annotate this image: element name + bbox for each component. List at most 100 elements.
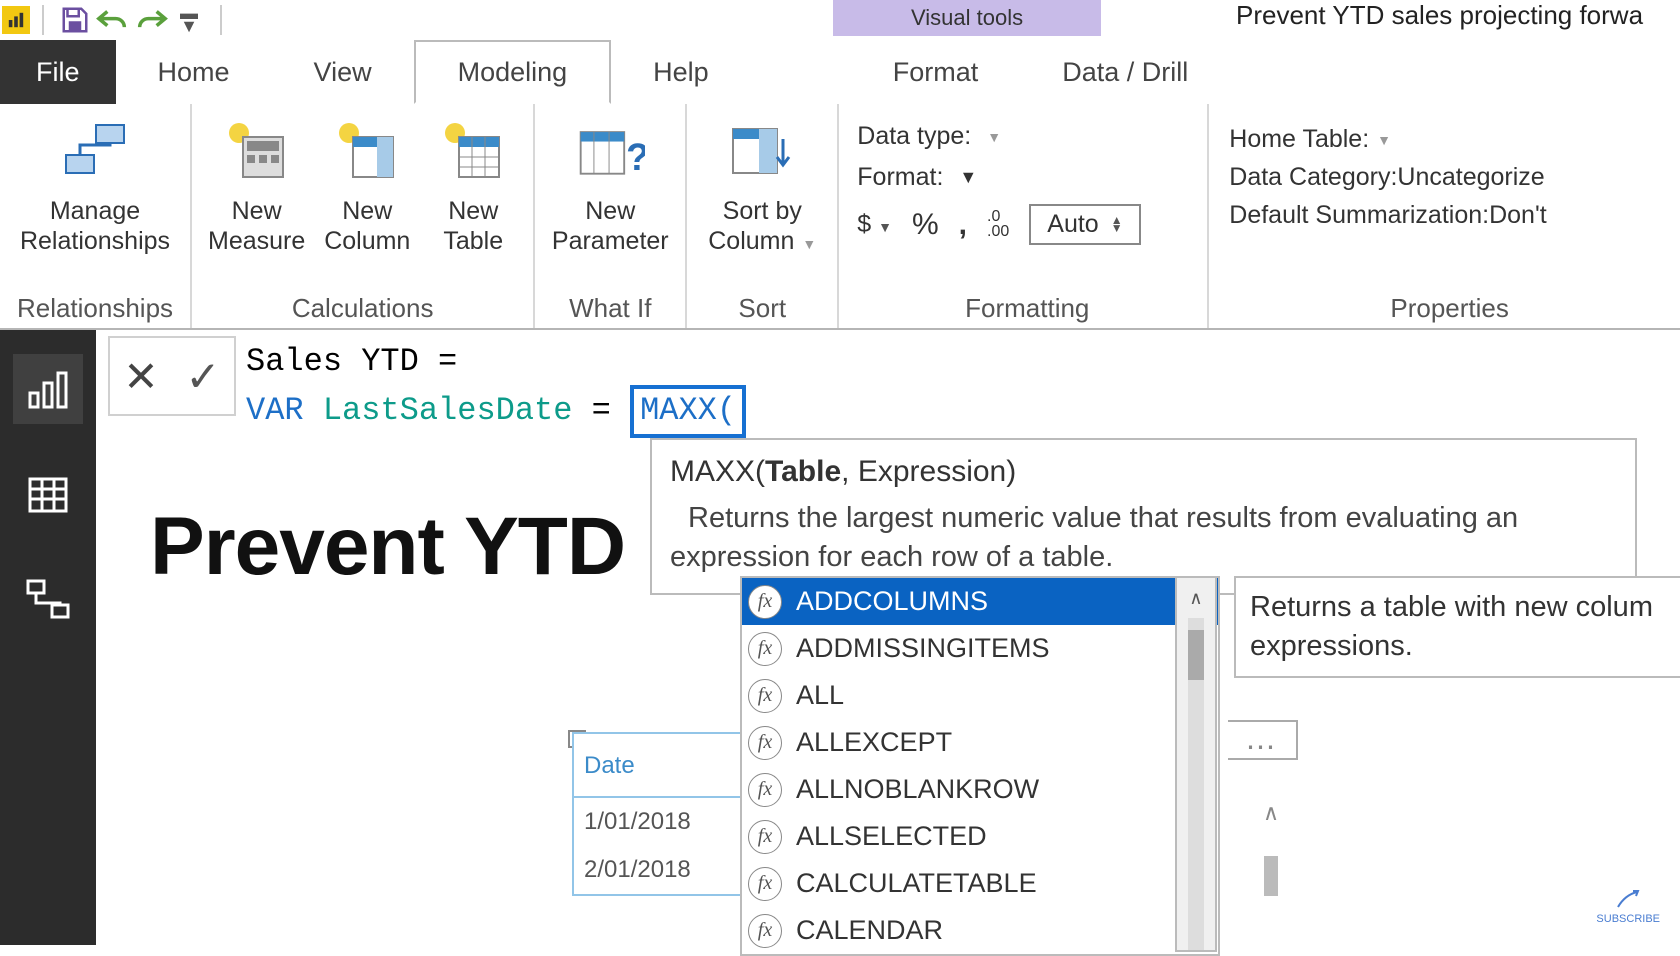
- thousands-separator-button[interactable]: ,: [959, 208, 967, 242]
- tab-format[interactable]: Format: [851, 40, 1021, 104]
- new-column-icon: [332, 116, 402, 186]
- intellisense-label: ALL: [796, 680, 844, 711]
- report-page-heading: Prevent YTD: [150, 500, 625, 594]
- data-type-dropdown[interactable]: Data type:▼: [857, 122, 1001, 151]
- table-row: 2/01/2018: [574, 846, 740, 894]
- function-icon: fx: [748, 726, 782, 760]
- equals-sign-2: =: [592, 392, 630, 429]
- intellisense-label: ALLNOBLANKROW: [796, 774, 1039, 805]
- tab-home[interactable]: Home: [116, 40, 272, 104]
- intellisense-item[interactable]: fxCALCULATETABLE: [742, 860, 1218, 907]
- intellisense-item[interactable]: fx ALLNOBLANKROW: [742, 766, 1218, 813]
- formula-bar-buttons: ✕ ✓: [108, 336, 236, 416]
- ribbon-group-relationships: Manage Relationships Relationships: [0, 104, 192, 328]
- variable-name: LastSalesDate: [323, 392, 573, 429]
- report-view-button[interactable]: [13, 354, 83, 424]
- tab-help[interactable]: Help: [611, 40, 751, 104]
- app-icon: [2, 6, 30, 34]
- relationships-icon: [60, 116, 130, 186]
- table-row: 1/01/2018: [574, 798, 740, 846]
- group-label-relationships: Relationships: [17, 293, 173, 324]
- data-view-button[interactable]: [13, 460, 83, 530]
- home-table-dropdown[interactable]: Home Table:▼: [1229, 125, 1546, 154]
- model-view-button[interactable]: [13, 566, 83, 636]
- sort-icon: [727, 116, 797, 186]
- scroll-thumb[interactable]: [1264, 856, 1278, 896]
- svg-text:?: ?: [626, 137, 645, 179]
- commit-formula-button[interactable]: ✓: [172, 338, 234, 414]
- equals-sign: =: [419, 343, 457, 380]
- new-parameter-icon: ?: [575, 116, 645, 186]
- sort-by-column-label: Sort by Column▼: [708, 196, 816, 256]
- new-measure-label: New Measure: [208, 196, 305, 256]
- undo-button[interactable]: [94, 1, 132, 39]
- function-icon: fx: [748, 773, 782, 807]
- new-table-label: New Table: [443, 196, 503, 256]
- intellisense-item[interactable]: fx CALENDAR: [742, 907, 1218, 954]
- manage-relationships-button[interactable]: Manage Relationships: [10, 116, 180, 256]
- cancel-formula-button[interactable]: ✕: [110, 338, 172, 414]
- contextual-tab-group: Visual tools: [833, 0, 1101, 36]
- tab-data-drill[interactable]: Data / Drill: [1020, 40, 1230, 104]
- scroll-up-arrow[interactable]: ∧: [1177, 578, 1215, 618]
- date-table-visual[interactable]: Date 1/01/2018 2/01/2018: [572, 732, 742, 896]
- new-column-label: New Column: [324, 196, 410, 256]
- intellisense-dropdown[interactable]: fxADDCOLUMNS fxADDMISSINGITEMS fxALL fxA…: [740, 576, 1220, 956]
- visual-scrollbar[interactable]: ∧: [1256, 800, 1286, 945]
- ribbon-group-formatting: Data type:▼ Format:▼ $ ▼ % , .0.00 Auto▲…: [839, 104, 1209, 328]
- intellisense-label: ALLEXCEPT: [796, 727, 952, 758]
- intellisense-item[interactable]: fx ALL: [742, 672, 1218, 719]
- scroll-thumb[interactable]: [1188, 630, 1204, 680]
- subscribe-watermark: SUBSCRIBE: [1596, 889, 1660, 925]
- intellisense-scrollbar[interactable]: ∧: [1175, 576, 1217, 952]
- new-parameter-button[interactable]: ? New Parameter: [545, 116, 675, 256]
- intellisense-item[interactable]: fxADDCOLUMNS: [742, 578, 1218, 625]
- decimal-places-input[interactable]: Auto▲▼: [1029, 204, 1140, 245]
- qat-customize-dropdown[interactable]: ▬▼: [170, 1, 208, 39]
- intellisense-description: Returns a table with new colum expressio…: [1234, 576, 1680, 678]
- sort-by-column-button[interactable]: Sort by Column▼: [697, 116, 827, 256]
- save-button[interactable]: [56, 1, 94, 39]
- tab-view[interactable]: View: [272, 40, 414, 104]
- date-column-header[interactable]: Date: [574, 734, 740, 798]
- var-keyword: VAR: [246, 392, 304, 429]
- ribbon-group-calculations: New Measure New Column New Table Calcula…: [192, 104, 535, 328]
- function-signature-tooltip: MAXX(Table, Expression) Returns the larg…: [650, 438, 1637, 595]
- intellisense-item[interactable]: fx ALLEXCEPT: [742, 719, 1218, 766]
- function-icon: fx: [748, 820, 782, 854]
- intellisense-label: CALENDAR: [796, 915, 943, 946]
- formula-editor[interactable]: Sales YTD = VAR LastSalesDate = MAXX(: [246, 336, 746, 442]
- visual-options-button[interactable]: ⋯: [1228, 720, 1298, 760]
- default-summarization-dropdown[interactable]: Default Summarization: Don't: [1229, 201, 1546, 230]
- group-label-sort: Sort: [738, 293, 786, 324]
- function-call: MAXX(: [640, 392, 736, 429]
- function-icon: fx: [748, 679, 782, 713]
- group-label-calculations: Calculations: [292, 293, 434, 324]
- ribbon-group-properties: Home Table:▼ Data Category: Uncategorize…: [1209, 104, 1680, 328]
- redo-button[interactable]: [132, 1, 170, 39]
- percent-button[interactable]: %: [912, 208, 939, 242]
- function-icon: fx: [748, 914, 782, 948]
- currency-button[interactable]: $ ▼: [857, 210, 892, 239]
- qat-separator-2: [220, 5, 222, 35]
- new-table-button[interactable]: New Table: [423, 116, 523, 256]
- tab-file[interactable]: File: [0, 40, 116, 104]
- format-dropdown[interactable]: Format:▼: [857, 163, 977, 192]
- tab-modeling[interactable]: Modeling: [414, 40, 612, 104]
- intellisense-item[interactable]: fxALLSELECTED: [742, 813, 1218, 860]
- new-column-button[interactable]: New Column: [317, 116, 417, 256]
- new-table-icon: [438, 116, 508, 186]
- function-icon: fx: [748, 632, 782, 666]
- intellisense-item[interactable]: fx ADDMISSINGITEMS: [742, 625, 1218, 672]
- scroll-track[interactable]: [1188, 618, 1204, 950]
- group-label-properties: Properties: [1390, 293, 1509, 324]
- data-category-dropdown[interactable]: Data Category: Uncategorize: [1229, 163, 1546, 192]
- signature-description: Returns the largest numeric value that r…: [670, 499, 1617, 577]
- manage-relationships-label: Manage Relationships: [20, 196, 170, 256]
- new-measure-button[interactable]: New Measure: [202, 116, 311, 256]
- scroll-up-arrow[interactable]: ∧: [1263, 800, 1279, 826]
- intellisense-label: ADDMISSINGITEMS: [796, 633, 1050, 664]
- new-measure-icon: [222, 116, 292, 186]
- view-rail: [0, 330, 96, 945]
- function-highlight-box: MAXX(: [630, 385, 746, 438]
